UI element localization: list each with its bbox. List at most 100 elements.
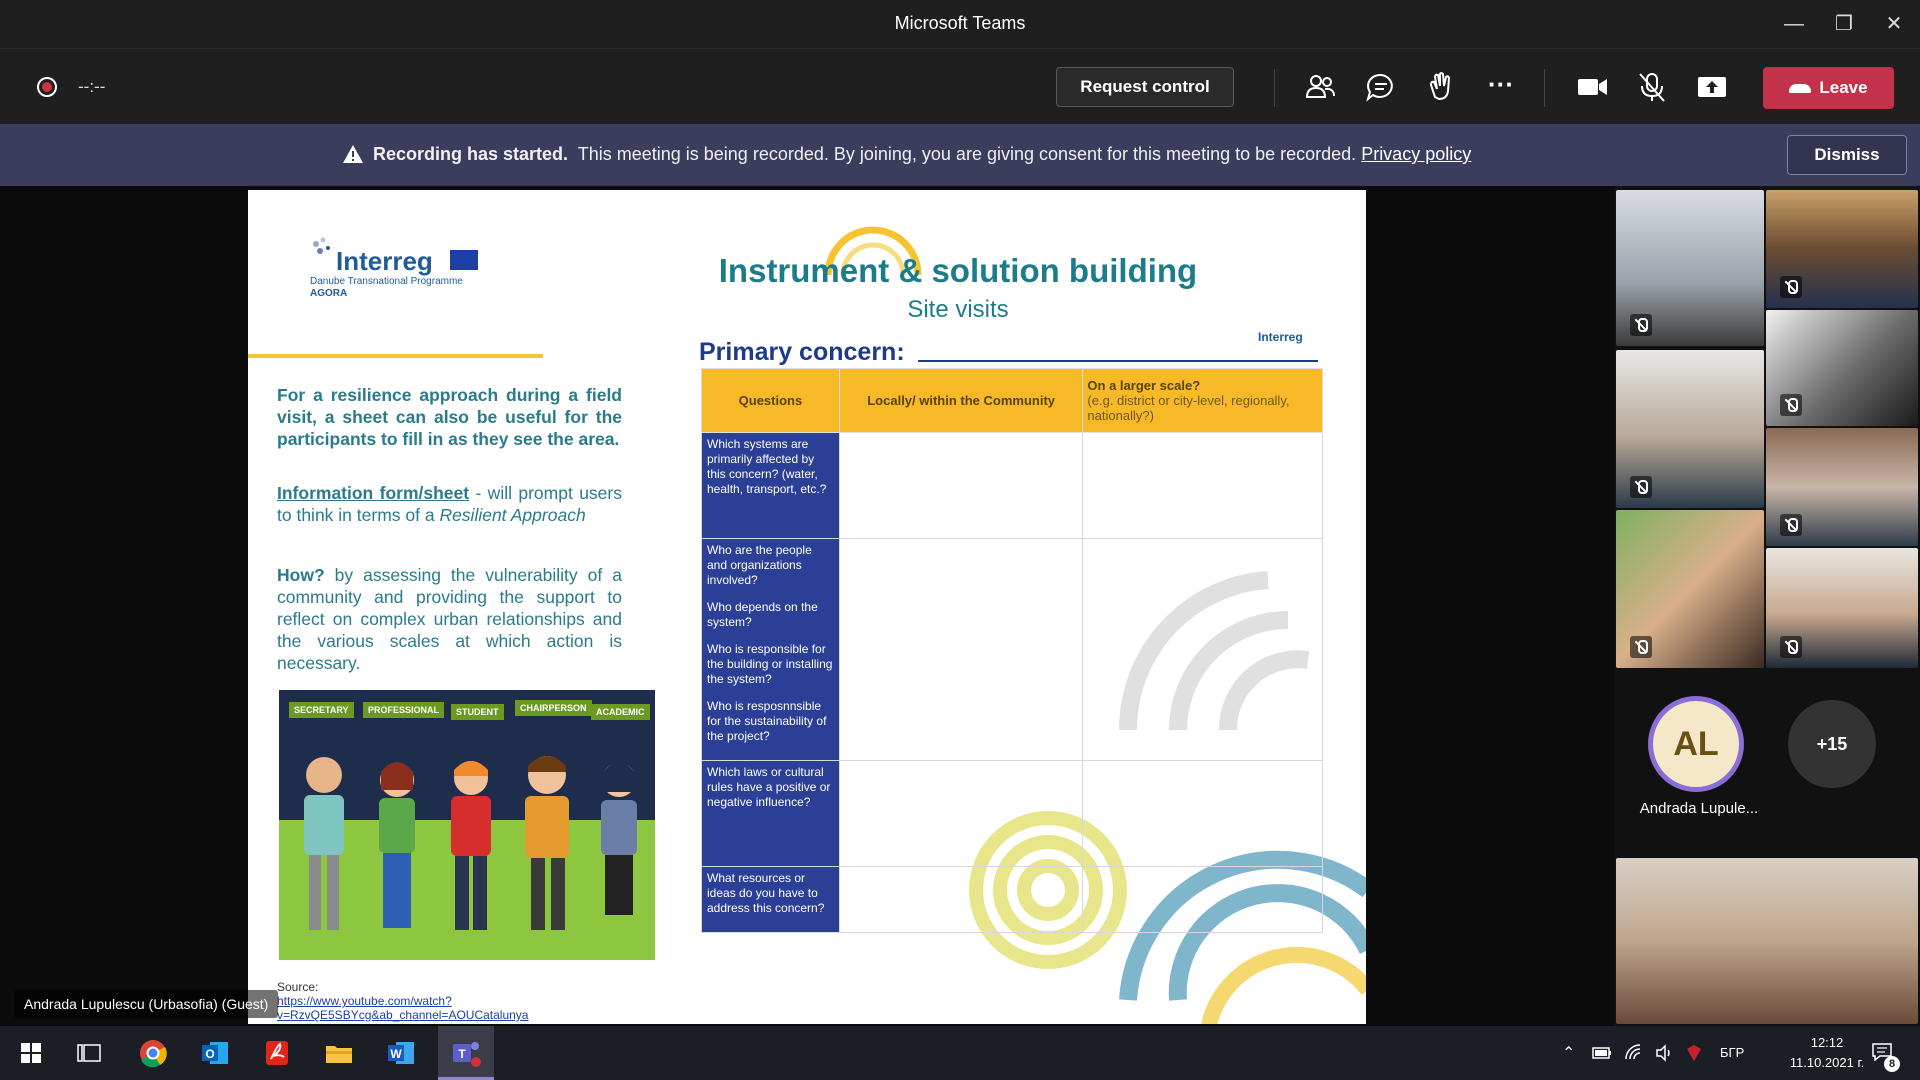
participant-avatar-name: Andrada Lupule... <box>1639 800 1759 817</box>
participant-video-tile[interactable] <box>1766 428 1918 546</box>
mic-muted-icon[interactable] <box>1634 69 1670 105</box>
svg-text:T: T <box>458 1047 466 1061</box>
more-participants-button[interactable]: +15 <box>1788 700 1876 788</box>
participant-video-tile[interactable] <box>1766 310 1918 426</box>
more-options-icon[interactable]: ··· <box>1483 69 1519 105</box>
mic-muted-icon <box>1780 636 1802 658</box>
col-local: Locally/ within the Community <box>838 368 1084 433</box>
col-larger-label: On a larger scale? <box>1087 378 1201 393</box>
interreg-logo-icon <box>313 237 330 254</box>
question-cell: What resources or ideas do you have to a… <box>701 866 840 933</box>
recording-icon <box>37 77 57 97</box>
file-explorer-icon[interactable] <box>320 1034 358 1072</box>
start-icon[interactable] <box>12 1034 50 1072</box>
wifi-icon[interactable] <box>1624 1043 1644 1063</box>
answer-cell[interactable] <box>838 866 1084 933</box>
outlook-icon[interactable]: O <box>196 1034 234 1072</box>
primary-concern-line <box>918 360 1318 362</box>
label-chairperson: CHAIRPERSON <box>515 700 592 716</box>
answer-cell[interactable] <box>838 432 1084 539</box>
windows-taskbar: O W T ⌃ БГР 12:12 11.10.2021 г. 8 <box>0 1026 1920 1080</box>
privacy-policy-link[interactable]: Privacy policy <box>1361 144 1471 164</box>
share-screen-icon[interactable] <box>1694 69 1730 105</box>
logo-wordmark: Interreg <box>336 246 433 276</box>
mini-logo: Interreg <box>1258 330 1303 344</box>
clock-time[interactable]: 12:12 <box>1792 1035 1862 1050</box>
acrobat-icon[interactable] <box>258 1034 296 1072</box>
source-link[interactable]: https://www.youtube.com/watch?v=RzvQE5SB… <box>277 994 627 1022</box>
question-text: What resources or ideas do you have to a… <box>707 871 825 915</box>
label-professional: PROFESSIONAL <box>363 702 445 718</box>
source-label: Source: <box>277 980 319 994</box>
label-secretary: SECRETARY <box>289 702 354 718</box>
slide-subtitle: Site visits <box>907 296 1009 323</box>
question-cell: Which laws or cultural rules have a posi… <box>701 760 840 867</box>
battery-icon[interactable] <box>1592 1044 1612 1062</box>
how-text: by assessing the vulnerability of a comm… <box>277 565 622 673</box>
table-row: Who are the people and organizations inv… <box>701 538 1323 761</box>
banner-message: Recording has started. This meeting is b… <box>373 144 1471 165</box>
participant-avatar[interactable]: AL <box>1648 696 1744 792</box>
participants-icon[interactable] <box>1303 69 1339 105</box>
title-bar: Microsoft Teams — ❐ ✕ <box>0 0 1920 48</box>
teams-taskbar-item[interactable]: T <box>438 1026 494 1080</box>
mic-muted-icon <box>1780 394 1802 416</box>
participant-video-tile[interactable] <box>1616 350 1764 508</box>
answer-cell[interactable] <box>1082 432 1323 539</box>
participant-video-tile[interactable] <box>1616 510 1764 668</box>
label-academic: ACADEMIC <box>591 704 650 720</box>
participant-video-tile[interactable] <box>1766 548 1918 668</box>
question-text: Which laws or cultural rules have a posi… <box>707 765 831 809</box>
volume-icon[interactable] <box>1654 1043 1674 1063</box>
answer-cell[interactable] <box>838 760 1084 867</box>
tray-chevron-icon[interactable]: ⌃ <box>1562 1043 1575 1063</box>
participant-video-tile[interactable] <box>1766 190 1918 308</box>
mic-muted-icon <box>1630 636 1652 658</box>
presenter-name-tag: Andrada Lupulescu (Urbasofia) (Guest) <box>14 990 279 1018</box>
question-text: Who is resposnnsible for the sustainabil… <box>707 699 827 743</box>
table-row: What resources or ideas do you have to a… <box>701 866 1323 933</box>
shared-slide: Interreg Danube Transnational Programme … <box>248 190 1366 1024</box>
chrome-icon[interactable] <box>134 1034 172 1072</box>
teams-icon: T <box>453 1042 481 1067</box>
info-emphasis: Resilient Approach <box>439 505 586 525</box>
restore-icon[interactable]: ❐ <box>1826 8 1862 40</box>
table-row: Which laws or cultural rules have a posi… <box>701 760 1323 867</box>
answer-cell[interactable] <box>838 538 1084 761</box>
banner-bold: Recording has started. <box>373 144 569 164</box>
logo-project: AGORA <box>310 288 348 299</box>
minimize-icon[interactable]: — <box>1776 8 1812 40</box>
recording-banner: Recording has started. This meeting is b… <box>0 124 1920 186</box>
word-icon[interactable]: W <box>382 1034 420 1072</box>
mic-muted-icon <box>1780 514 1802 536</box>
input-language[interactable]: БГР <box>1720 1045 1744 1060</box>
participant-video-tile[interactable] <box>1616 190 1764 346</box>
slide-title: Instrument & solution building <box>718 252 1198 289</box>
answer-cell[interactable] <box>1082 538 1323 761</box>
reactions-icon[interactable] <box>1423 69 1459 105</box>
leave-button[interactable]: Leave <box>1763 67 1894 109</box>
chat-icon[interactable] <box>1363 69 1399 105</box>
mic-muted-icon <box>1780 276 1802 298</box>
answer-cell[interactable] <box>1082 866 1323 933</box>
mic-muted-icon <box>1630 476 1652 498</box>
svg-text:O: O <box>205 1047 214 1061</box>
camera-icon[interactable] <box>1574 69 1610 105</box>
svg-text:W: W <box>390 1047 402 1061</box>
people-illustration: SECRETARY PROFESSIONAL STUDENT CHAIRPERS… <box>279 690 655 960</box>
intro-paragraph: For a resilience approach during a field… <box>277 385 622 449</box>
info-form-link[interactable]: Information form/sheet <box>277 483 469 503</box>
question-text: Who depends on the system? <box>707 600 818 629</box>
toolbar-divider <box>1274 69 1275 107</box>
request-control-button[interactable]: Request control <box>1056 67 1234 107</box>
answer-cell[interactable] <box>1082 760 1323 867</box>
leave-label: Leave <box>1819 78 1868 97</box>
people-figures <box>304 756 637 930</box>
dismiss-button[interactable]: Dismiss <box>1787 135 1907 175</box>
task-view-icon[interactable] <box>70 1034 108 1072</box>
col-larger-note: (e.g. district or city-level, regionally… <box>1087 393 1290 423</box>
self-video-tile[interactable] <box>1616 858 1918 1024</box>
close-icon[interactable]: ✕ <box>1876 8 1912 40</box>
meeting-toolbar: --:-- Request control ··· Leave <box>0 48 1920 124</box>
security-icon[interactable] <box>1684 1043 1704 1063</box>
